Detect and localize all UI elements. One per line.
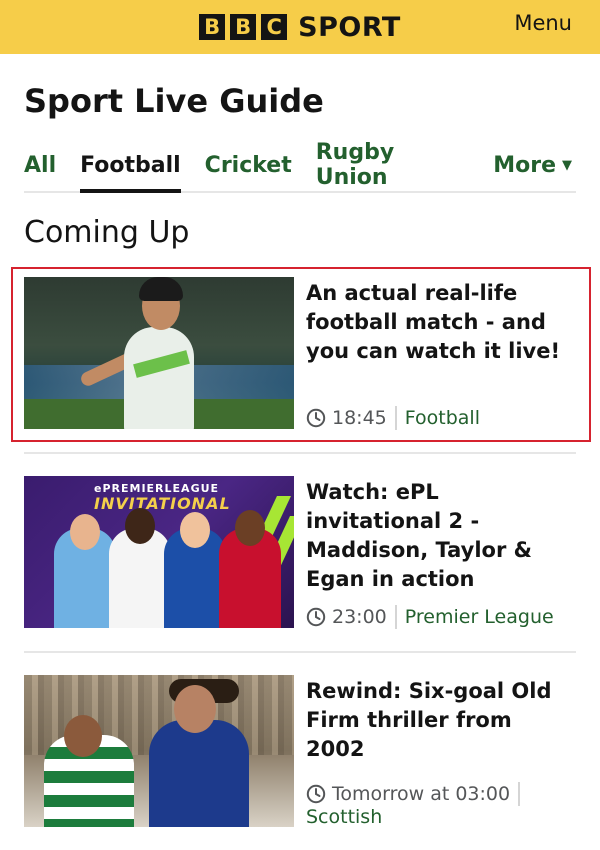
page-title: Sport Live Guide: [24, 82, 324, 120]
main-content: Sport Live Guide All Football Cricket Ru…: [0, 81, 600, 830]
bbc-sport-logo[interactable]: B B C SPORT: [199, 12, 401, 43]
menu-button[interactable]: Menu: [514, 11, 572, 35]
item-divider: [24, 452, 576, 454]
list-item[interactable]: An actual real-life football match - and…: [11, 267, 591, 442]
meta-divider: [518, 782, 521, 806]
sport-tabs: All Football Cricket Rugby Union More ▼: [24, 139, 576, 193]
clock-icon: [306, 408, 326, 428]
list-item[interactable]: Rewind: Six-goal Old Firm thriller from …: [24, 675, 576, 830]
item-time: 18:45: [332, 407, 387, 429]
item-meta: 18:45 Football: [306, 406, 576, 430]
item-title[interactable]: An actual real-life football match - and…: [306, 279, 576, 366]
item-tag[interactable]: Premier League: [405, 606, 554, 628]
tab-more-label: More: [493, 152, 556, 178]
meta-divider: [394, 605, 397, 629]
logo-letter-c: C: [261, 14, 288, 40]
item-meta: Tomorrow at 03:00 Scottish: [306, 782, 576, 828]
tab-rugby-union[interactable]: Rugby Union: [316, 139, 469, 191]
item-time: Tomorrow at 03:00: [332, 783, 511, 805]
clock-icon: [306, 784, 326, 804]
item-divider: [24, 651, 576, 653]
top-bar: B B C SPORT Menu: [0, 0, 600, 54]
tab-cricket[interactable]: Cricket: [205, 139, 292, 191]
tab-all[interactable]: All: [24, 139, 56, 191]
item-meta: 23:00 Premier League: [306, 605, 576, 629]
item-tag[interactable]: Football: [405, 407, 480, 429]
logo-letter-b1: B: [199, 14, 226, 40]
section-title: Coming Up: [24, 215, 190, 250]
tab-football[interactable]: Football: [80, 139, 181, 193]
item-thumbnail[interactable]: [24, 675, 294, 827]
item-tag[interactable]: Scottish: [306, 806, 382, 828]
list-item[interactable]: ePREMIERLEAGUE INVITATIONAL Watch: ePL i…: [24, 476, 576, 631]
item-title[interactable]: Rewind: Six-goal Old Firm thriller from …: [306, 677, 576, 764]
thumb-text-bottom: INVITATIONAL: [94, 494, 231, 513]
logo-letter-b2: B: [230, 14, 257, 40]
logo-word: SPORT: [298, 11, 401, 43]
caret-down-icon: ▼: [562, 157, 572, 173]
clock-icon: [306, 607, 326, 627]
meta-divider: [394, 406, 397, 430]
tab-more[interactable]: More ▼: [493, 139, 572, 191]
item-time: 23:00: [332, 606, 387, 628]
item-title[interactable]: Watch: ePL invitational 2 - Maddison, Ta…: [306, 478, 576, 594]
item-thumbnail[interactable]: [24, 277, 294, 429]
item-thumbnail[interactable]: ePREMIERLEAGUE INVITATIONAL: [24, 476, 294, 628]
